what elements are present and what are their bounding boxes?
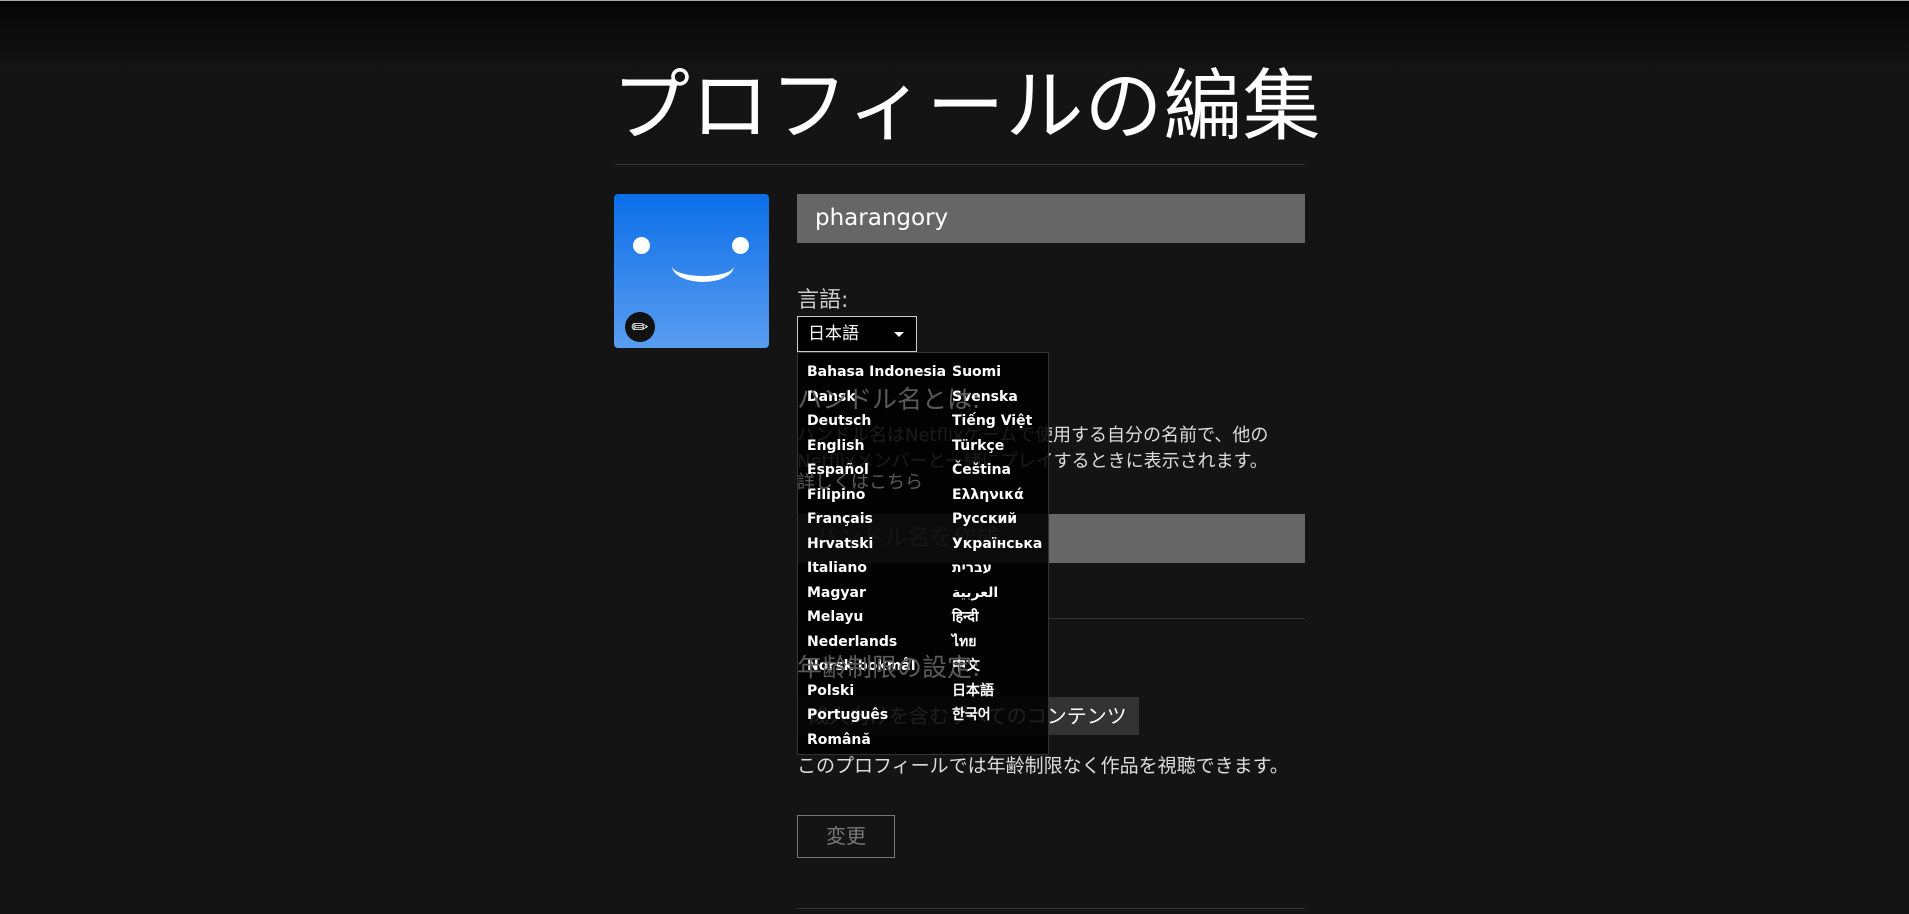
language-option[interactable]: Tiếng Việt bbox=[952, 409, 1042, 434]
language-label: 言語: bbox=[797, 288, 849, 313]
language-option[interactable]: Magyar bbox=[807, 581, 946, 606]
language-option[interactable]: Suomi bbox=[952, 360, 1042, 385]
avatar[interactable]: ✎ bbox=[614, 194, 769, 348]
language-option[interactable]: עברית bbox=[952, 556, 1042, 581]
language-selected: 日本語 bbox=[808, 324, 859, 344]
language-dropdown-menu: Bahasa Indonesia Dansk Deutsch English Españ… bbox=[797, 352, 1049, 755]
language-option[interactable]: Ελληνικά bbox=[952, 483, 1042, 508]
language-option[interactable]: Українська bbox=[952, 532, 1042, 557]
page-title: プロフィールの編集 bbox=[612, 62, 1322, 152]
language-option[interactable]: Dansk bbox=[807, 385, 946, 410]
language-option[interactable]: Polski bbox=[807, 679, 946, 704]
language-option[interactable]: Čeština bbox=[952, 458, 1042, 483]
language-select[interactable]: 日本語 bbox=[797, 316, 917, 352]
language-option[interactable]: Bahasa Indonesia bbox=[807, 360, 946, 385]
language-option[interactable]: 日本語 bbox=[952, 679, 1042, 704]
language-option[interactable]: ไทย bbox=[952, 630, 1042, 655]
language-option[interactable]: Hrvatski bbox=[807, 532, 946, 557]
divider bbox=[797, 908, 1305, 909]
language-option[interactable]: Italiano bbox=[807, 556, 946, 581]
top-bar bbox=[0, 0, 1909, 70]
language-option[interactable]: Svenska bbox=[952, 385, 1042, 410]
language-option[interactable]: Filipino bbox=[807, 483, 946, 508]
language-option[interactable]: Français bbox=[807, 507, 946, 532]
language-option[interactable]: Norsk bokmål bbox=[807, 654, 946, 679]
pencil-edit-icon[interactable]: ✎ bbox=[618, 305, 662, 348]
language-option[interactable]: हिन्दी bbox=[952, 605, 1042, 630]
maturity-description: このプロフィールでは年齢制限なく作品を視聴できます。 bbox=[797, 755, 1289, 777]
caret-down-icon bbox=[894, 332, 904, 337]
language-option[interactable]: 한국어 bbox=[952, 703, 1042, 728]
language-option[interactable]: Melayu bbox=[807, 605, 946, 630]
language-option[interactable]: Türkçe bbox=[952, 434, 1042, 459]
language-option[interactable]: Español bbox=[807, 458, 946, 483]
change-button[interactable]: 変更 bbox=[797, 815, 895, 858]
language-option[interactable]: Русский bbox=[952, 507, 1042, 532]
avatar-eye bbox=[633, 237, 650, 254]
language-option[interactable]: Deutsch bbox=[807, 409, 946, 434]
language-column: Bahasa Indonesia Dansk Deutsch English Españ… bbox=[807, 360, 946, 752]
divider bbox=[615, 164, 1305, 165]
profile-name-input[interactable]: pharangory bbox=[797, 194, 1305, 243]
language-option[interactable]: العربية bbox=[952, 581, 1042, 606]
language-option[interactable]: English bbox=[807, 434, 946, 459]
language-option[interactable]: Nederlands bbox=[807, 630, 946, 655]
language-option[interactable]: Português bbox=[807, 703, 946, 728]
language-column: Suomi Svenska Tiếng Việt Türkçe Čeština Ελλην… bbox=[952, 360, 1042, 728]
avatar-smile bbox=[672, 250, 734, 282]
language-option[interactable]: Română bbox=[807, 728, 946, 753]
language-option[interactable]: 中文 bbox=[952, 654, 1042, 679]
avatar-eye bbox=[732, 237, 749, 254]
